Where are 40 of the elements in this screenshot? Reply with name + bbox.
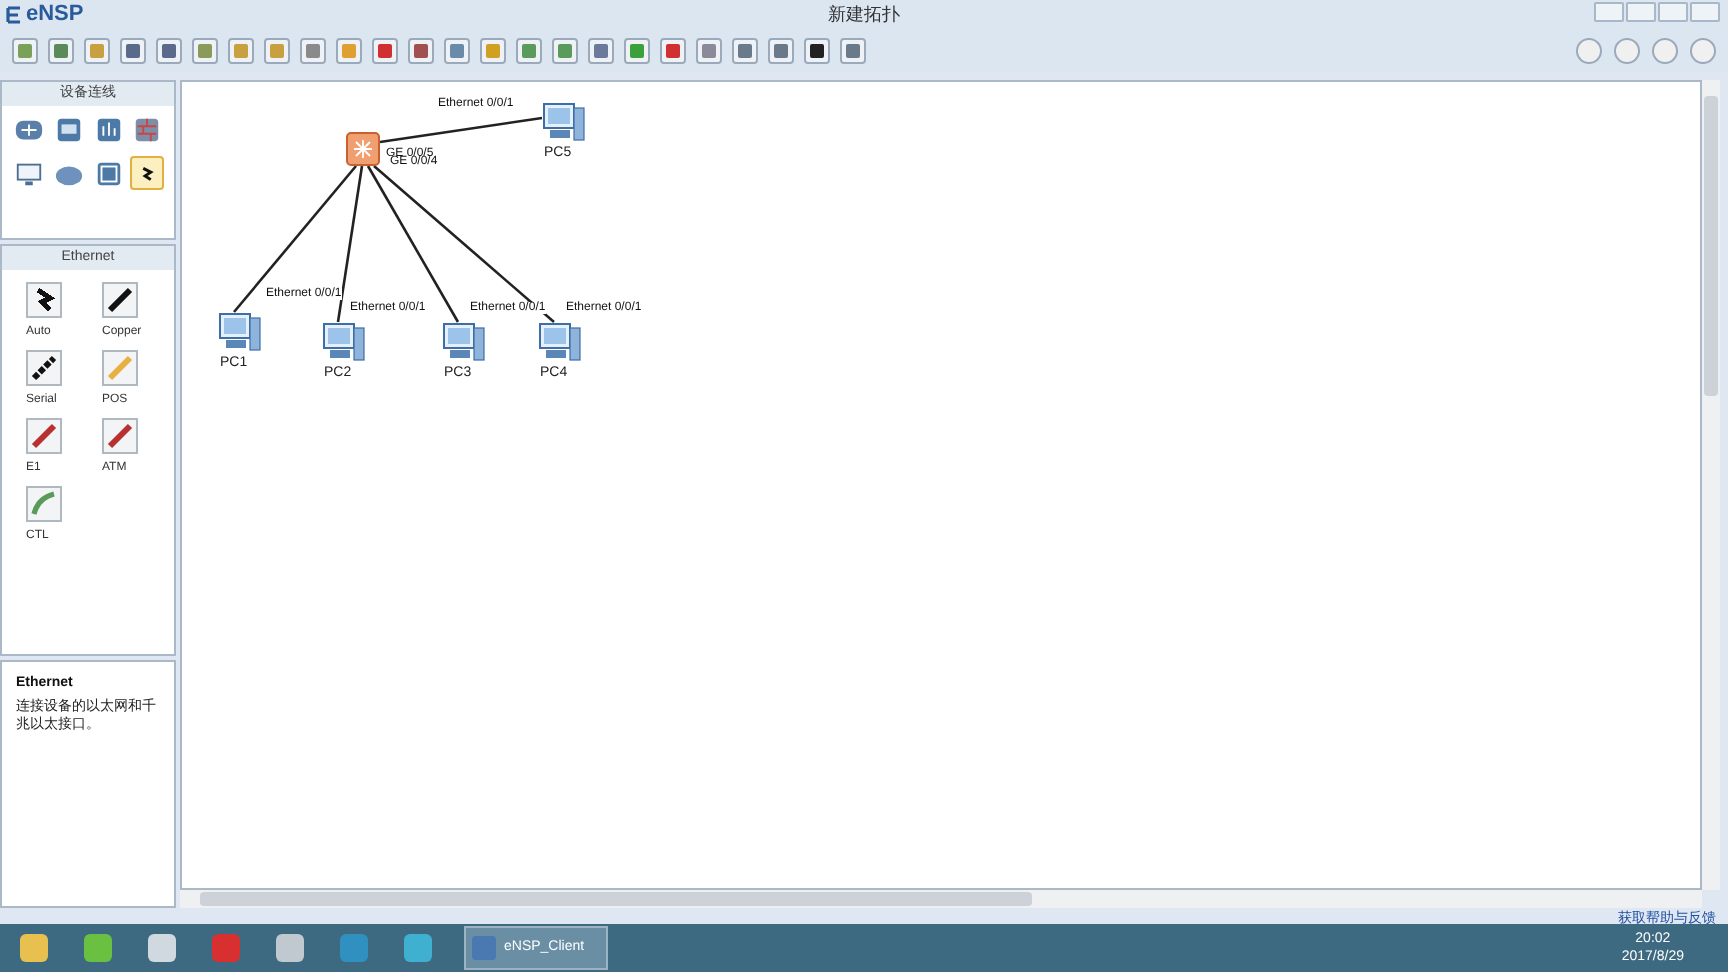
pc-icon [442, 322, 486, 362]
restore-button[interactable] [1658, 2, 1688, 22]
chat-button[interactable] [1576, 37, 1602, 63]
taskbar-app-button[interactable] [144, 930, 180, 966]
cable-button[interactable] [102, 282, 138, 318]
pc-icon [322, 322, 366, 362]
app-name: eNSP [26, 3, 84, 25]
taskbar-app-button[interactable] [272, 930, 308, 966]
device-icon [93, 113, 123, 145]
cable-icon [104, 284, 136, 316]
app-logo-icon [6, 5, 22, 23]
cable-icon [104, 420, 136, 452]
device-icon [132, 113, 163, 145]
scrollbar-thumb[interactable] [200, 892, 1032, 906]
pc-icon [542, 102, 586, 142]
pc-icon [218, 312, 262, 352]
menu-button[interactable] [1594, 2, 1624, 22]
settings-button[interactable] [1652, 37, 1678, 63]
taskbar-app-button[interactable] [400, 930, 436, 966]
minimize-button[interactable] [1626, 2, 1656, 22]
device-icon [53, 113, 84, 145]
close-button[interactable] [1690, 2, 1720, 22]
cable-icon [28, 488, 60, 520]
cable-icon [28, 420, 60, 452]
home-button[interactable] [1614, 37, 1640, 63]
switch-icon [346, 132, 380, 166]
taskbar-app-button[interactable] [80, 930, 116, 966]
cable-icon [28, 352, 60, 384]
taskbar-app-button[interactable] [16, 930, 52, 966]
device-icon [93, 157, 123, 189]
cable-icon [104, 352, 136, 384]
pc-icon [538, 322, 582, 362]
window-title: 新建拓扑 [828, 6, 900, 24]
link-line[interactable] [379, 116, 543, 144]
scrollbar-thumb[interactable] [1704, 96, 1718, 396]
device-button[interactable] [130, 156, 165, 190]
cable-button[interactable] [26, 282, 62, 318]
help-button[interactable] [1690, 37, 1716, 63]
cable-button[interactable] [26, 350, 62, 386]
toolbar-button[interactable] [804, 37, 830, 63]
